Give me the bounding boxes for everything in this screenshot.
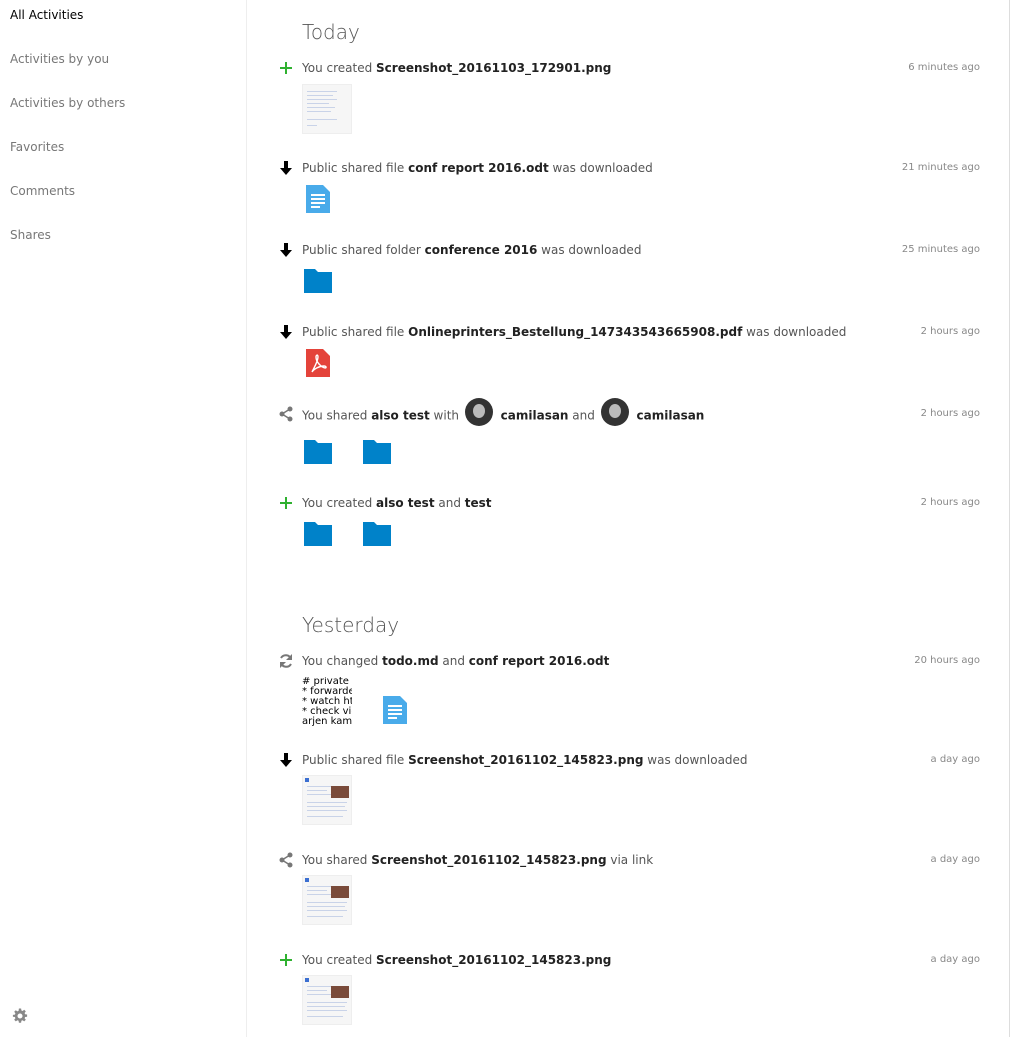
activity-time: a day ago (930, 854, 980, 865)
activity-text: You created (302, 953, 377, 967)
folder-icon[interactable] (363, 522, 391, 550)
document-icon[interactable] (381, 695, 409, 729)
file-link[interactable]: conf report 2016.odt (408, 161, 549, 175)
activity-text: and (568, 408, 599, 423)
activity-text: You created (302, 61, 377, 75)
activity-text: Public shared file (302, 753, 409, 767)
text-file-preview[interactable]: # private * forwarde * watch ht * check … (302, 677, 352, 727)
section-title-today: Today (302, 20, 360, 44)
folder-icon[interactable] (304, 269, 332, 297)
activity-text: You shared (302, 408, 372, 423)
activity-text: via link (606, 853, 654, 867)
folder-link[interactable]: also test (371, 409, 430, 423)
file-link[interactable]: Screenshot_20161102_145823.png (376, 953, 611, 967)
activity-text: Public shared file (302, 325, 409, 339)
preview-line: arjen kamp (302, 716, 352, 727)
scrollbar[interactable] (1009, 0, 1010, 1037)
activity-time: 21 minutes ago (901, 162, 980, 173)
activity-text: was downloaded (537, 243, 642, 257)
plus-icon (278, 952, 294, 968)
download-icon (278, 242, 294, 258)
nav-favorites[interactable]: Favorites (0, 132, 246, 176)
folder-icon[interactable] (304, 522, 332, 550)
file-thumbnail[interactable] (302, 875, 352, 925)
activity-time: 20 hours ago (914, 655, 980, 666)
activity-text: was downloaded (548, 161, 653, 175)
file-thumbnail[interactable] (302, 775, 352, 825)
activity-text: You created (302, 496, 377, 510)
folder-icon[interactable] (304, 440, 332, 468)
nav-all-activities[interactable]: All Activities (0, 0, 246, 44)
activity-text: with (429, 408, 463, 423)
folder-link[interactable]: also test (376, 496, 435, 510)
plus-icon (278, 60, 294, 76)
section-title-yesterday: Yesterday (302, 613, 400, 637)
activity-text: You changed (302, 654, 383, 668)
activity-text: was downloaded (742, 325, 847, 339)
activity-text: Public shared file (302, 161, 409, 175)
file-link[interactable]: Screenshot_20161102_145823.png (408, 753, 643, 767)
file-link[interactable]: Screenshot_20161102_145823.png (371, 853, 606, 867)
avatar[interactable] (600, 398, 629, 426)
nav-activities-by-you[interactable]: Activities by you (0, 44, 246, 88)
file-link[interactable]: conf report 2016.odt (469, 654, 610, 668)
activity-time: a day ago (930, 754, 980, 765)
activity-time: 2 hours ago (920, 326, 980, 337)
download-icon (278, 160, 294, 176)
download-icon (278, 752, 294, 768)
pdf-icon[interactable] (304, 348, 332, 382)
file-thumbnail[interactable] (302, 975, 352, 1025)
file-thumbnail[interactable] (302, 84, 352, 134)
plus-icon (278, 495, 294, 511)
nav-shares[interactable]: Shares (0, 220, 246, 264)
nav-comments[interactable]: Comments (0, 176, 246, 220)
activity-stream: Today You created Screenshot_20161103_17… (248, 0, 1010, 1037)
share-icon (278, 852, 294, 868)
activity-text: Public shared folder (302, 243, 425, 257)
activity-time: 25 minutes ago (901, 244, 980, 255)
activity-time: a day ago (930, 954, 980, 965)
activity-time: 2 hours ago (920, 408, 980, 419)
activity-text: You shared (302, 853, 372, 867)
activity-time: 2 hours ago (920, 497, 980, 508)
gear-icon[interactable] (12, 1008, 28, 1024)
file-link[interactable]: Onlineprinters_Bestellung_14734354366590… (408, 325, 742, 339)
file-link[interactable]: todo.md (382, 654, 438, 668)
nav-activities-by-others[interactable]: Activities by others (0, 88, 246, 132)
download-icon (278, 324, 294, 340)
activity-time: 6 minutes ago (908, 62, 980, 73)
document-icon[interactable] (304, 184, 332, 218)
activity-text: was downloaded (643, 753, 748, 767)
folder-icon[interactable] (363, 440, 391, 468)
folder-link[interactable]: conference 2016 (425, 243, 538, 257)
user-link[interactable]: camilasan (637, 409, 705, 423)
file-link[interactable]: Screenshot_20161103_172901.png (376, 61, 611, 75)
avatar[interactable] (464, 398, 493, 426)
activity-text: and (434, 496, 465, 510)
app-navigation: All Activities Activities by you Activit… (0, 0, 247, 1037)
folder-link[interactable]: test (465, 496, 492, 510)
sync-icon (278, 653, 294, 669)
share-icon (278, 406, 294, 422)
user-link[interactable]: camilasan (501, 409, 569, 423)
activity-text: and (438, 654, 469, 668)
